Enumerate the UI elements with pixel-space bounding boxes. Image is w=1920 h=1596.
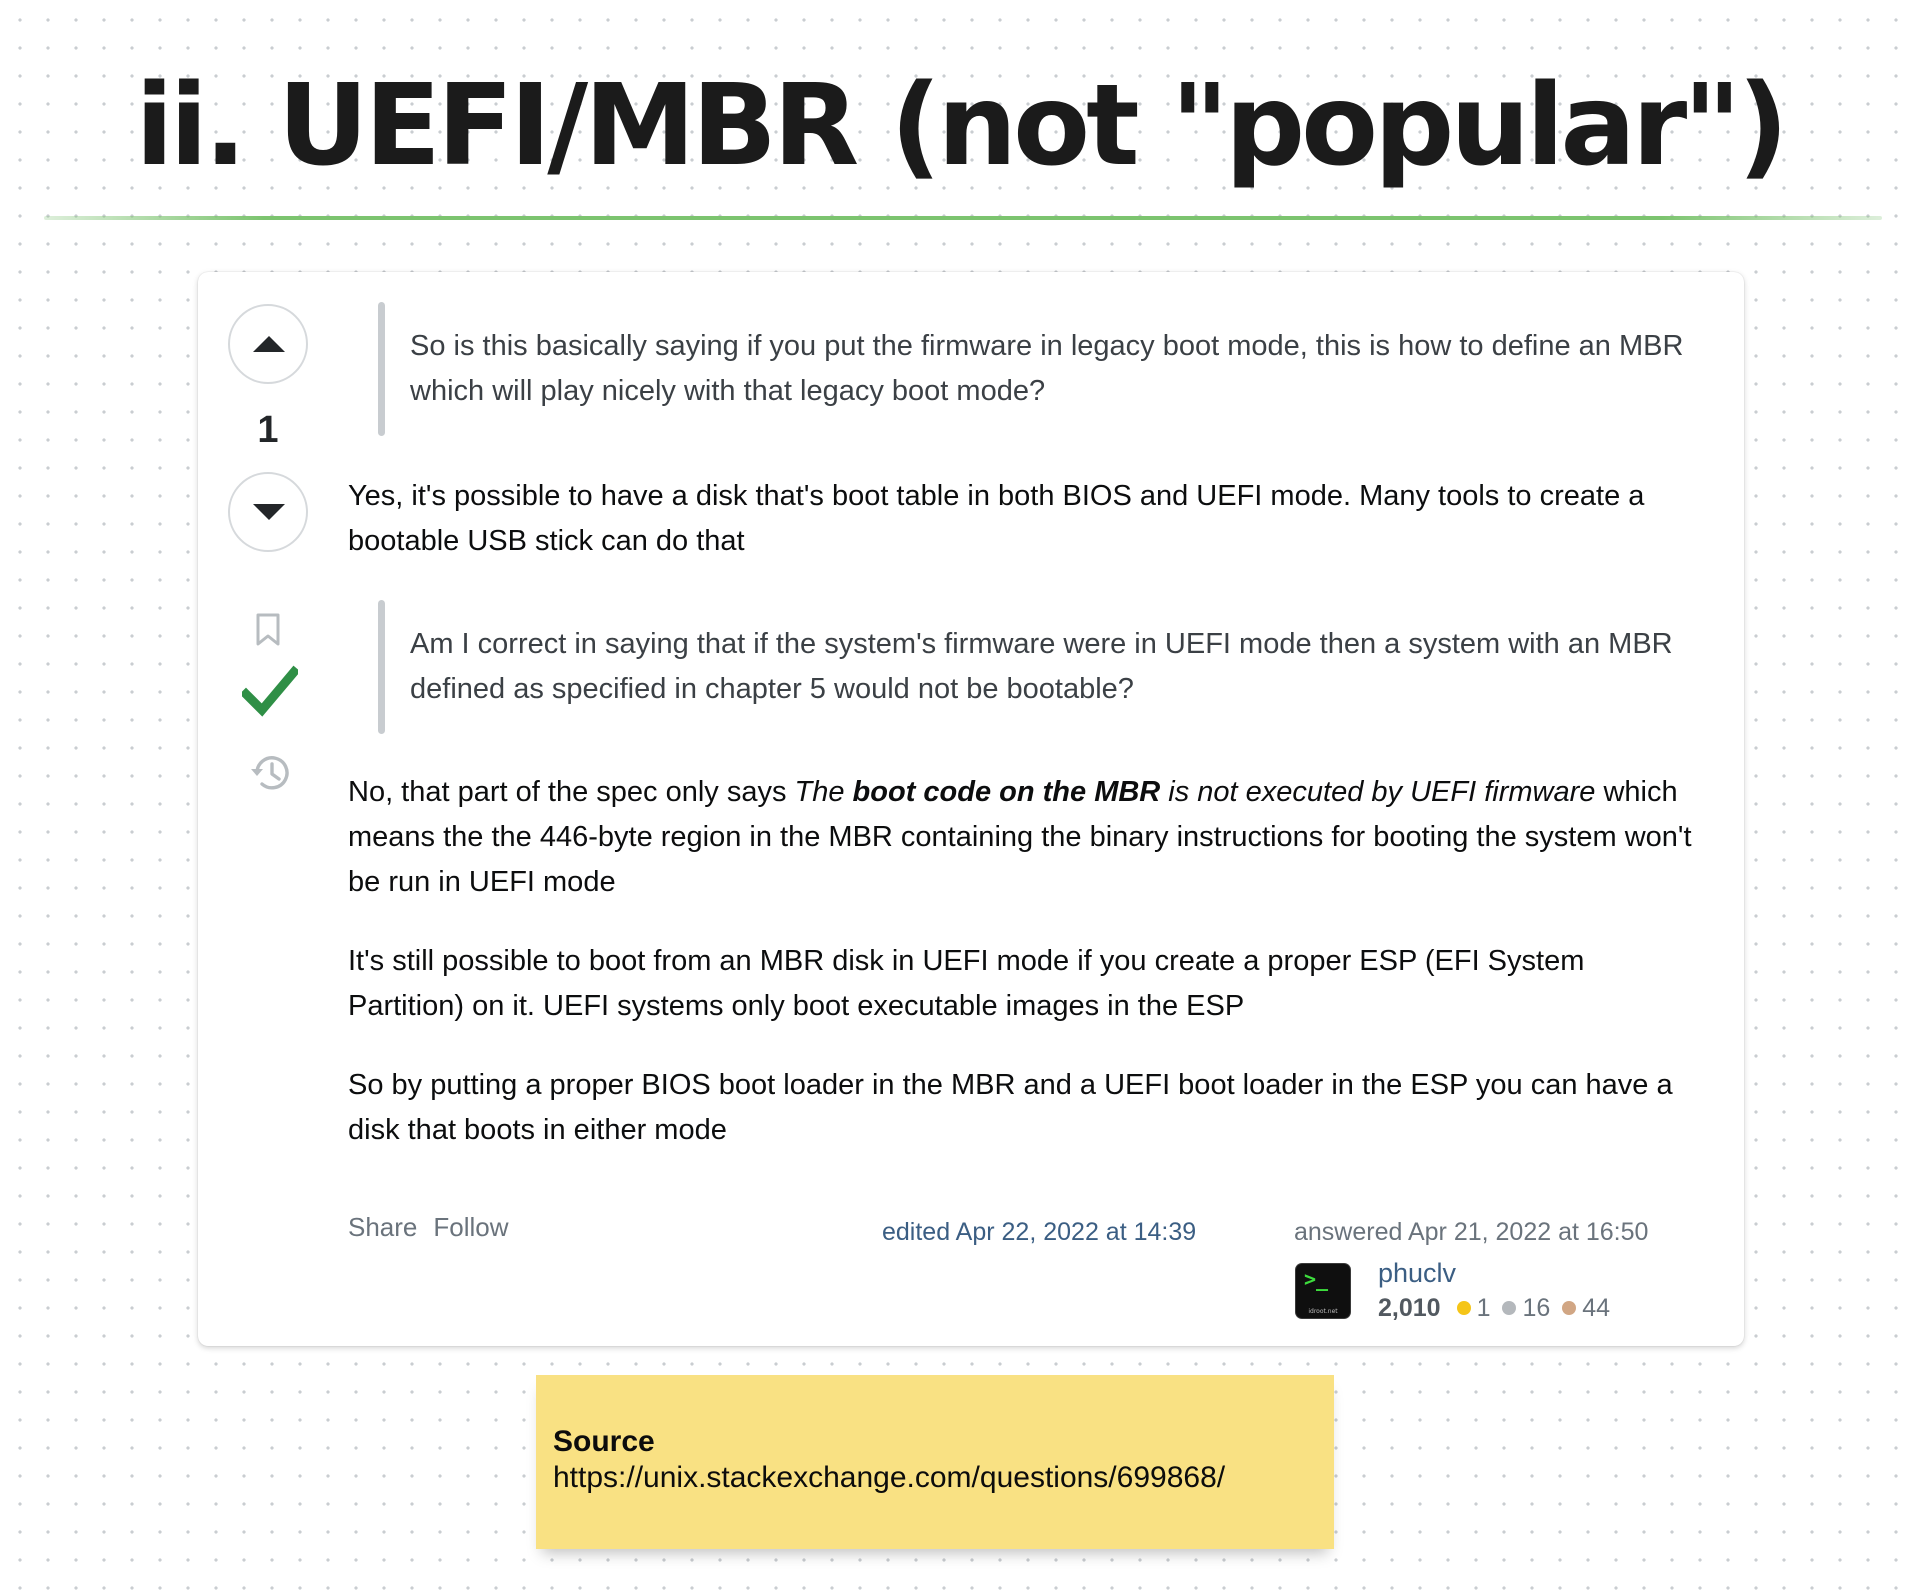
edited-timestamp-link[interactable]: edited Apr 22, 2022 at 14:39 (882, 1218, 1196, 1247)
bronze-badge-count: 44 (1582, 1294, 1611, 1322)
answer-paragraph-1: Yes, it's possible to have a disk that's… (348, 480, 1645, 557)
user-stats: 2,010 1 16 44 (1378, 1294, 1616, 1323)
reputation-score: 2,010 (1378, 1294, 1441, 1322)
avatar-prompt: >_ (1304, 1267, 1329, 1291)
user-avatar[interactable]: >_ idroot.net (1296, 1264, 1350, 1318)
answer-paragraph-2: No, that part of the spec only says The … (348, 770, 1698, 905)
downvote-button[interactable] (228, 472, 308, 552)
quote-2-text: Am I correct in saying that if the syste… (410, 628, 1673, 705)
downvote-icon (253, 504, 285, 520)
history-icon[interactable] (248, 752, 292, 794)
post-actions: Share Follow (348, 1212, 525, 1243)
answered-timestamp: answered Apr 21, 2022 at 16:50 (1294, 1218, 1649, 1246)
avatar-site-text: idroot.net (1308, 1308, 1338, 1315)
spec-quote: The boot code on the MBR is not executed… (795, 776, 1596, 808)
blockquote-2: Am I correct in saying that if the syste… (348, 600, 1698, 734)
bronze-badge-icon (1562, 1301, 1577, 1315)
accepted-check-icon (242, 665, 298, 717)
answer-body: So is this basically saying if you put t… (348, 302, 1698, 1153)
paragraph-2-lead: No, that part of the spec only says (348, 776, 795, 808)
share-link[interactable]: Share (348, 1212, 417, 1242)
spec-quote-end: is not executed by UEFI firmware (1160, 776, 1596, 808)
source-url-link[interactable]: https://unix.stackexchange.com/questions… (553, 1461, 1225, 1495)
answer-paragraph-3: It's still possible to boot from an MBR … (348, 945, 1585, 1022)
gold-badge-count: 1 (1476, 1294, 1491, 1322)
vote-count: 1 (257, 409, 279, 451)
answer-paragraph-4: So by putting a proper BIOS boot loader … (348, 1069, 1673, 1146)
slide-title: ii. UEFI/MBR (not "popular") (135, 61, 1788, 191)
source-sticky-note: Source https://unix.stackexchange.com/qu… (536, 1375, 1334, 1549)
silver-badge-icon (1502, 1301, 1517, 1315)
user-name-link[interactable]: phuclv (1378, 1258, 1456, 1289)
spec-quote-bold: boot code on the MBR (852, 776, 1161, 808)
spec-quote-start: The (794, 776, 853, 808)
bookmark-icon[interactable] (252, 612, 284, 648)
title-divider (44, 216, 1882, 220)
source-label: Source (553, 1425, 655, 1458)
answer-card: 1 So is this basically saying if you put… (198, 272, 1744, 1346)
silver-badge-count: 16 (1522, 1294, 1551, 1322)
blockquote-1: So is this basically saying if you put t… (348, 302, 1698, 436)
quote-1-text: So is this basically saying if you put t… (410, 330, 1684, 407)
gold-badge-icon (1456, 1301, 1471, 1315)
upvote-button[interactable] (228, 304, 308, 384)
upvote-icon (253, 336, 285, 352)
follow-link[interactable]: Follow (433, 1212, 508, 1242)
